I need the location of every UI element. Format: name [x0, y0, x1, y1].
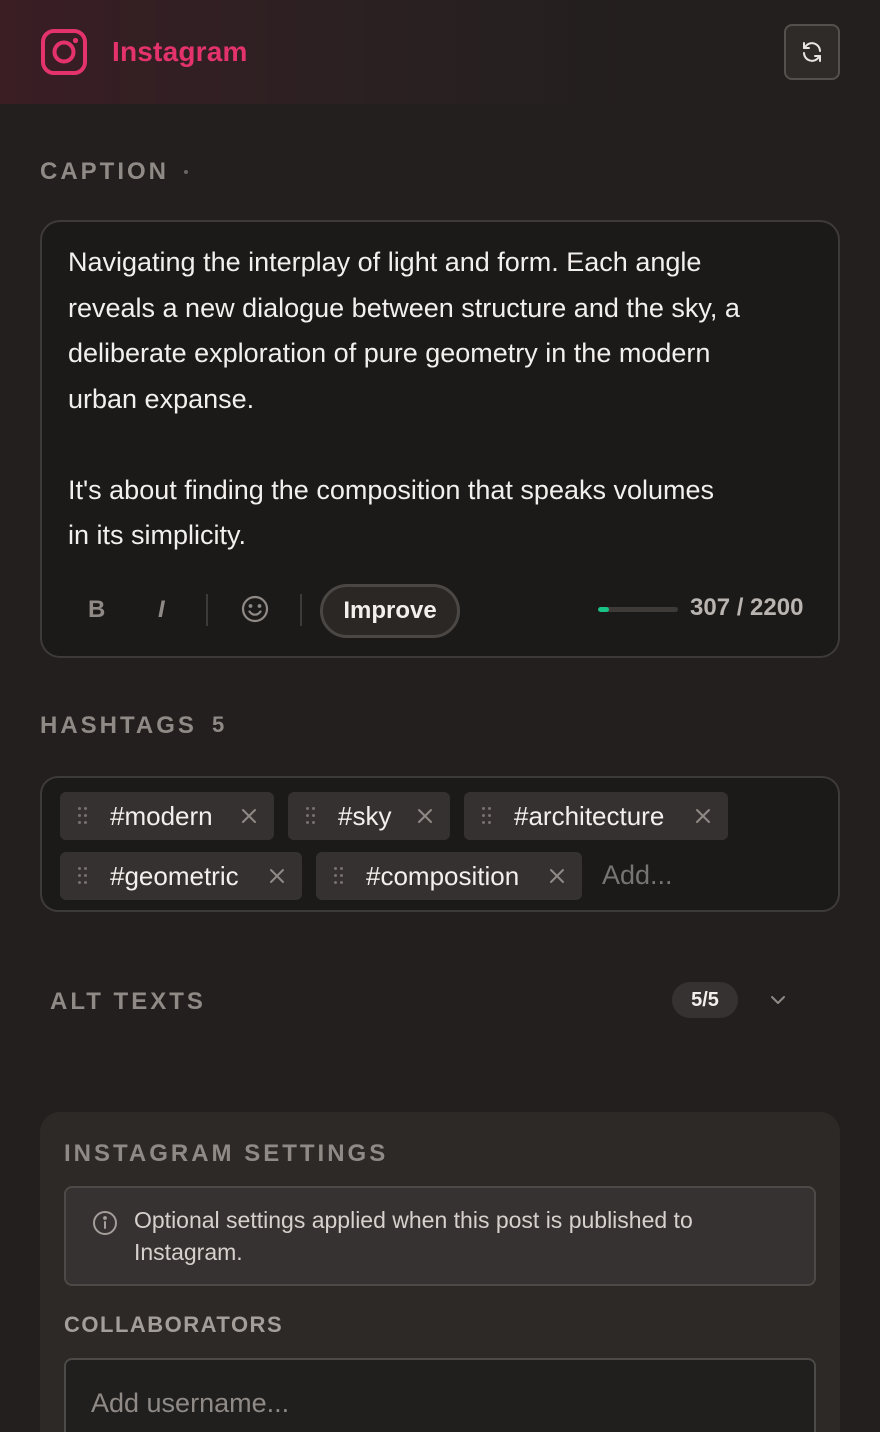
bold-button[interactable]: B	[88, 596, 105, 624]
remove-icon[interactable]	[694, 807, 712, 825]
remove-icon[interactable]	[268, 867, 286, 885]
caption-editor[interactable]: Navigating the interplay of light and fo…	[40, 220, 840, 658]
instagram-icon	[41, 29, 87, 75]
remove-icon[interactable]	[240, 807, 258, 825]
hashtag-chip[interactable]: #composition	[316, 852, 582, 900]
drag-handle-icon[interactable]	[78, 867, 88, 885]
remove-icon[interactable]	[416, 807, 434, 825]
hashtag-input[interactable]	[602, 860, 802, 891]
char-progress-bar	[598, 607, 678, 612]
caption-dot	[184, 170, 188, 174]
hashtag-chip[interactable]: #geometric	[60, 852, 302, 900]
hashtags-count: 5	[212, 712, 225, 737]
drag-handle-icon[interactable]	[78, 807, 88, 825]
caption-text[interactable]: Navigating the interplay of light and fo…	[68, 240, 828, 559]
instagram-settings-card: INSTAGRAM SETTINGS Optional settings app…	[40, 1112, 840, 1432]
drag-handle-icon[interactable]	[334, 867, 344, 885]
hashtag-field[interactable]: #modern #sky #architecture #geometric #c…	[40, 776, 840, 912]
hashtag-label: #composition	[366, 861, 520, 891]
platform-header: Instagram	[0, 0, 880, 104]
info-notice: Optional settings applied when this post…	[64, 1186, 816, 1286]
chevron-down-icon	[771, 996, 785, 1004]
drag-handle-icon[interactable]	[306, 807, 316, 825]
info-text: Optional settings applied when this post…	[134, 1207, 693, 1265]
caption-label: CAPTION	[40, 158, 169, 185]
toolbar-divider	[300, 594, 302, 626]
refresh-icon	[803, 42, 821, 62]
emoji-button[interactable]	[240, 594, 270, 624]
platform-name: Instagram	[112, 36, 248, 67]
hashtag-label: #sky	[338, 801, 392, 831]
alt-texts-label[interactable]: ALT TEXTS	[50, 988, 206, 1016]
hashtag-chip[interactable]: #sky	[288, 792, 450, 840]
italic-button[interactable]: I	[158, 596, 165, 624]
expand-button[interactable]	[760, 982, 796, 1018]
improve-button[interactable]: Improve	[320, 584, 460, 638]
smiley-icon	[241, 595, 269, 623]
remove-icon[interactable]	[548, 867, 566, 885]
collaborators-label: COLLABORATORS	[64, 1312, 284, 1337]
hashtags-label: HASHTAGS	[40, 712, 197, 739]
char-progress-fill	[598, 607, 610, 612]
info-icon	[93, 1211, 117, 1235]
hashtag-label: #architecture	[514, 801, 665, 831]
hashtag-label: #modern	[110, 801, 213, 831]
settings-title: INSTAGRAM SETTINGS	[64, 1140, 389, 1167]
alt-texts-badge: 5/5	[672, 982, 738, 1018]
hashtag-chip[interactable]: #modern	[60, 792, 274, 840]
hashtag-chip[interactable]: #architecture	[464, 792, 728, 840]
refresh-button[interactable]	[784, 24, 840, 80]
char-counter: 307 / 2200	[690, 594, 804, 621]
drag-handle-icon[interactable]	[482, 807, 492, 825]
hashtag-label: #geometric	[110, 861, 239, 891]
collaborators-input[interactable]	[64, 1358, 816, 1432]
toolbar-divider	[206, 594, 208, 626]
